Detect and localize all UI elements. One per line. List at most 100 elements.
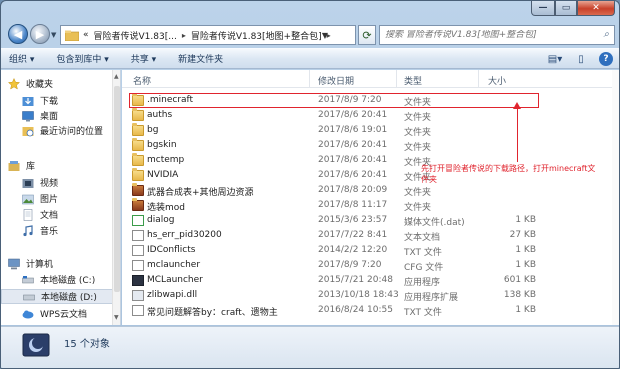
file-row[interactable]: MCLauncher 2015/7/21 20:48 应用程序 601 KB — [122, 273, 542, 288]
nav-label: 库 — [26, 162, 36, 172]
file-type: 文件夹 — [404, 143, 432, 153]
search-icon[interactable]: ⌕ — [603, 29, 609, 40]
text-file-icon — [132, 245, 144, 256]
maximize-button[interactable]: ▭ — [555, 1, 577, 16]
include-in-library-button[interactable]: 包含到库中 ▾ — [56, 52, 108, 65]
file-date: 2015/3/6 23:57 — [318, 215, 388, 225]
address-dropdown-arrow[interactable]: ▼ — [322, 31, 328, 40]
search-input[interactable] — [385, 30, 595, 40]
nav-downloads[interactable]: 下载 — [21, 93, 120, 108]
file-date: 2017/8/6 20:41 — [318, 170, 388, 180]
scroll-up-icon[interactable]: ▲ — [114, 73, 119, 80]
nav-libraries[interactable]: 库 — [7, 158, 120, 173]
nav-label: 本地磁盘 (C:) — [40, 276, 96, 286]
annotation-text: 先打开冒险者传说的下载路径，打开minecraft文件夹 — [421, 164, 596, 184]
nav-videos[interactable]: 视频 — [21, 175, 120, 190]
file-size: 601 KB — [503, 275, 536, 285]
preview-pane-icon[interactable]: ▯ — [573, 52, 589, 66]
nav-favorites[interactable]: 收藏夹 — [7, 76, 120, 91]
breadcrumb-item-parent[interactable]: 冒险者传说V1.83[... — [94, 29, 177, 42]
file-name: mctemp — [147, 155, 185, 165]
folder-icon — [65, 30, 79, 41]
nav-label: WPS云文档 — [40, 310, 88, 320]
file-date: 2017/7/22 8:41 — [318, 230, 388, 240]
column-type[interactable]: 类型 — [404, 74, 422, 87]
recent-pages-dropdown[interactable]: ▼ — [51, 31, 56, 39]
column-divider[interactable] — [309, 70, 310, 88]
close-button[interactable]: ✕ — [577, 1, 615, 16]
column-date[interactable]: 修改日期 — [318, 74, 354, 87]
breadcrumb-separator[interactable]: ▸ — [182, 31, 186, 40]
view-controls: ▤▾ ▯ ? — [547, 52, 613, 66]
breadcrumb-item-current[interactable]: 冒险者传说V1.83[地图+整合包] — [191, 29, 322, 42]
nav-disk-d[interactable]: 本地磁盘 (D:) — [1, 289, 119, 304]
scroll-thumb[interactable] — [114, 86, 120, 292]
column-divider[interactable] — [396, 70, 397, 88]
column-name[interactable]: 名称 — [133, 74, 151, 87]
minimize-button[interactable]: — — [531, 1, 555, 16]
nav-label: 收藏夹 — [26, 80, 54, 90]
file-row[interactable]: hs_err_pid30200 2017/7/22 8:41 文本文档 27 KB — [122, 228, 542, 243]
nav-label: 桌面 — [40, 112, 59, 122]
file-row[interactable]: zlibwapi.dll 2013/10/18 18:43 应用程序扩展 138 KB — [122, 288, 542, 303]
nav-desktop[interactable]: 桌面 — [21, 108, 120, 123]
file-size: 138 KB — [503, 290, 536, 300]
file-row[interactable]: bg 2017/8/6 19:01 文件夹 — [122, 123, 542, 138]
forward-button[interactable]: ▶ — [30, 24, 50, 44]
scroll-down-icon[interactable]: ▼ — [114, 314, 119, 321]
nav-documents[interactable]: 文档 — [21, 207, 120, 222]
file-row[interactable]: 武器合成表+其他周边资源 2017/8/8 20:09 文件夹 — [122, 183, 542, 198]
details-pane: 15 个对象 — [1, 326, 619, 368]
video-library-icon — [22, 178, 34, 188]
file-row[interactable]: auths 2017/8/6 20:41 文件夹 — [122, 108, 542, 123]
share-button[interactable]: 共享 ▾ — [131, 52, 156, 65]
nav-computer[interactable]: 计算机 — [7, 256, 120, 271]
file-date: 2017/8/6 20:41 — [318, 155, 388, 165]
file-type: 文件夹 — [404, 188, 432, 198]
nav-wps-cloud[interactable]: WPS云文档 — [21, 306, 120, 321]
breadcrumb-overflow[interactable]: « — [83, 30, 89, 40]
refresh-button[interactable]: ⟳ — [358, 25, 376, 45]
annotation-arrow-line — [517, 107, 518, 162]
file-row[interactable]: bgskin 2017/8/6 20:41 文件夹 — [122, 138, 542, 153]
text-file-icon — [132, 260, 144, 271]
address-bar[interactable]: « 冒险者传说V1.83[... ▸ 冒险者传说V1.83[地图+整合包] ▸ … — [60, 25, 356, 45]
column-size[interactable]: 大小 — [488, 74, 506, 87]
file-name: NVIDIA — [147, 170, 179, 180]
new-folder-button[interactable]: 新建文件夹 — [178, 52, 223, 65]
disk-drive-icon — [22, 275, 34, 283]
file-row[interactable]: mclauncher 2017/8/9 7:20 CFG 文件 1 KB — [122, 258, 542, 273]
caption-buttons: — ▭ ✕ — [531, 1, 615, 16]
file-date: 2015/7/21 20:48 — [318, 275, 393, 285]
folder-icon — [132, 183, 144, 196]
search-box[interactable]: ⌕ — [379, 25, 615, 45]
nav-pictures[interactable]: 图片 — [21, 191, 120, 206]
file-name: 常见问题解答by：craft、遗物主 — [147, 308, 278, 318]
view-options-icon[interactable]: ▤▾ — [547, 52, 563, 66]
file-name: zlibwapi.dll — [147, 290, 198, 300]
file-type: 文本文档 — [404, 233, 441, 243]
nav-recent-places[interactable]: 最近访问的位置 — [21, 123, 120, 138]
file-type: 文件夹 — [404, 128, 432, 138]
navigation-pane: 收藏夹 下载 桌面 最近访问的位置 库 视频 图片 文档 音乐 计算机 本地磁盘… — [1, 70, 121, 325]
recent-places-icon — [22, 126, 34, 136]
nav-scrollbar[interactable]: ▲ ▼ — [112, 70, 120, 325]
file-date: 2017/8/6 20:41 — [318, 140, 388, 150]
help-icon[interactable]: ? — [599, 52, 613, 66]
folder-icon — [132, 138, 144, 151]
file-list-scrollbar[interactable] — [612, 70, 619, 325]
file-row[interactable]: 常见问题解答by：craft、遗物主 2016/8/24 10:55 TXT 文件 1… — [122, 303, 542, 318]
nav-music[interactable]: 音乐 — [21, 223, 120, 238]
file-row[interactable]: 选装mod 2017/8/8 11:17 文件夹 — [122, 198, 542, 213]
file-row[interactable]: IDConflicts 2014/2/2 12:20 TXT 文件 1 KB — [122, 243, 542, 258]
library-icon — [8, 160, 20, 171]
file-size: 1 KB — [515, 215, 536, 225]
file-row[interactable]: dialog 2015/3/6 23:57 媒体文件(.dat) 1 KB — [122, 213, 542, 228]
item-count: 15 个对象 — [64, 339, 110, 350]
column-divider[interactable] — [478, 70, 479, 88]
nav-disk-c[interactable]: 本地磁盘 (C:) — [21, 272, 120, 287]
nav-label: 下载 — [40, 97, 59, 107]
back-button[interactable]: ◀ — [8, 24, 28, 44]
file-name: hs_err_pid30200 — [147, 230, 222, 240]
organize-button[interactable]: 组织 ▾ — [9, 52, 34, 65]
